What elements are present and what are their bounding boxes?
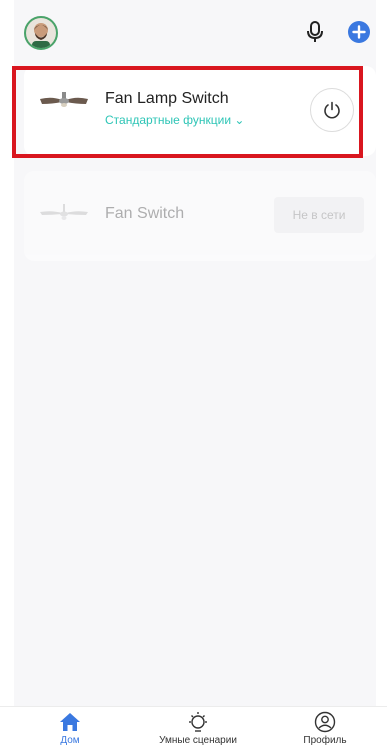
power-button[interactable]: [310, 88, 354, 132]
ceiling-fan-icon: [40, 92, 88, 107]
microphone-icon[interactable]: [304, 20, 326, 44]
nav-smart-scenes-label: Умные сценарии: [159, 735, 237, 746]
nav-smart-scenes[interactable]: Умные сценарии: [143, 711, 253, 746]
nav-home[interactable]: Дом: [15, 711, 125, 746]
avatar-face-icon: [26, 18, 56, 48]
profile-icon: [314, 711, 336, 733]
offline-status-badge: Не в сети: [274, 197, 364, 233]
power-icon: [324, 101, 340, 119]
plus-circle-icon[interactable]: [348, 21, 370, 43]
device-card[interactable]: Fan Lamp Switch Стандартные функции ⌄: [24, 66, 376, 156]
device-card[interactable]: Fan Switch Не в сети: [24, 171, 376, 261]
header: [14, 0, 376, 62]
home-icon: [60, 713, 80, 731]
lightbulb-icon: [189, 712, 207, 732]
user-avatar[interactable]: [24, 16, 58, 50]
nav-home-label: Дом: [60, 735, 80, 746]
device-functions-dropdown[interactable]: Стандартные функции ⌄: [105, 113, 244, 127]
nav-profile[interactable]: Профиль: [270, 711, 380, 746]
nav-profile-label: Профиль: [303, 735, 347, 746]
home-screen: Fan Lamp Switch Стандартные функции ⌄ Fa…: [14, 0, 376, 756]
device-name: Fan Switch: [105, 205, 185, 222]
ceiling-fan-icon: [40, 204, 88, 220]
bottom-nav: Дом Умные сценарии Профиль: [0, 706, 387, 756]
device-name: Fan Lamp Switch: [105, 90, 229, 107]
